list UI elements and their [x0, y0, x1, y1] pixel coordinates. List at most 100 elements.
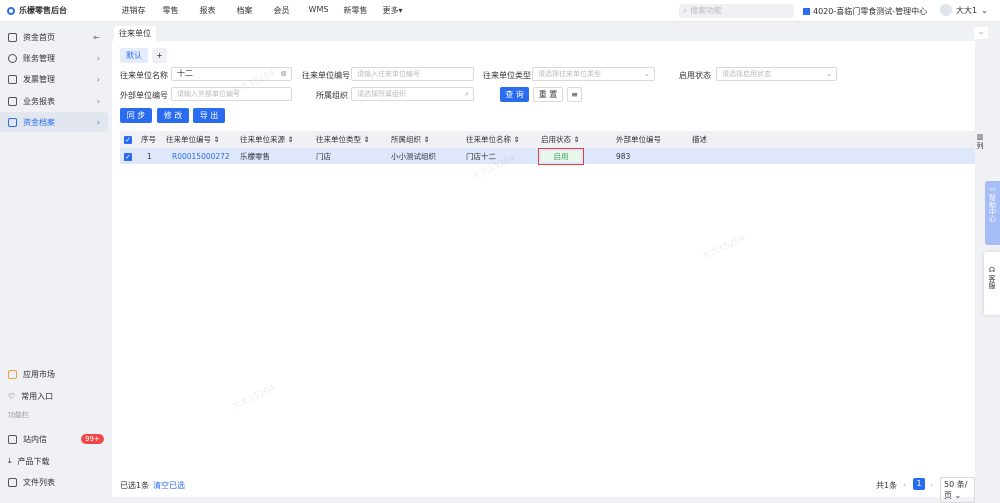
nav-item[interactable]: 零售 — [152, 5, 189, 16]
sidebar-item-accounts[interactable]: 账务管理 › — [0, 48, 108, 68]
col-code[interactable]: 往来单位编号 ⇕ — [162, 131, 236, 148]
heart-icon: ♡ — [8, 391, 16, 401]
query-button[interactable]: 查 询 — [500, 87, 529, 102]
main-nav: 进销存 零售 报表 档案 会员 WMS 新零售 更多▾ — [115, 5, 411, 16]
type-label: 往来单位类型 — [483, 71, 531, 80]
search-icon: ⌕ — [465, 90, 469, 98]
report-icon — [8, 96, 17, 106]
nav-item[interactable]: 进销存 — [115, 5, 152, 16]
status-badge: 启用 — [538, 147, 584, 165]
sidebar-item-fund-home[interactable]: 资金首页 ⇤ — [0, 27, 108, 47]
status-label: 启用状态 — [679, 71, 711, 80]
page-1-button[interactable]: 1 — [913, 478, 925, 490]
headset-icon: ☊ — [988, 266, 996, 274]
cell-status: 启用 — [537, 147, 612, 165]
sidebar-item-invoice[interactable]: 发票管理 › — [0, 69, 108, 89]
message-count-badge: 99+ — [81, 434, 104, 444]
cell-code-link[interactable]: R00015000272 — [162, 148, 236, 164]
logo-icon — [7, 6, 15, 15]
sidebar-download[interactable]: ⤓ 产品下载 — [0, 451, 108, 471]
archive-icon — [8, 117, 17, 127]
select-all-checkbox[interactable]: ✓ — [120, 131, 137, 148]
nav-item[interactable]: WMS — [300, 5, 337, 16]
cell-type: 门店 — [312, 148, 387, 164]
sidebar-item-fund-archive[interactable]: 资金档案 › — [0, 112, 108, 132]
nav-item[interactable]: 档案 — [226, 5, 263, 16]
page-size-select[interactable]: 50 条/页 ⌄ — [940, 477, 975, 503]
nav-item[interactable]: 会员 — [263, 5, 300, 16]
sidebar-app-market[interactable]: 应用市场 — [0, 364, 108, 384]
cell-index: 1 — [137, 148, 162, 164]
code-label: 往来单位编号 — [302, 71, 350, 80]
avatar — [940, 4, 952, 16]
logo[interactable]: 乐檬零售后台 — [7, 5, 115, 16]
nav-item[interactable]: 报表 — [189, 5, 226, 16]
next-page-icon[interactable]: › — [930, 480, 933, 489]
column-settings-button[interactable]: ▥ 列 — [975, 133, 985, 151]
chevron-right-icon: › — [96, 53, 100, 63]
name-label: 往来单位名称 — [120, 71, 168, 80]
table-row[interactable]: ✓ 1 R00015000272 乐檬零售 门店 小小测试组织 门店十二 启用 … — [120, 147, 975, 165]
user-menu[interactable]: 大大1 ⌄ — [940, 4, 988, 16]
org-select[interactable]: 请选择所属组织 ⌕ — [351, 87, 474, 101]
type-select[interactable]: 请选择往来单位类型 ⌄ — [532, 67, 655, 81]
col-desc: 描述 — [688, 131, 975, 148]
nav-item-more[interactable]: 更多▾ — [374, 5, 411, 16]
col-source[interactable]: 往来单位来源 ⇕ — [236, 131, 312, 148]
selected-count: 已选1条 — [120, 481, 150, 490]
partner-table: ✓ 序号 往来单位编号 ⇕ 往来单位来源 ⇕ 往来单位类型 ⇕ 所属组织 ⇕ 往… — [120, 131, 975, 165]
collapse-filter-icon[interactable]: ≡ — [567, 87, 582, 102]
chevron-down-icon: ⌄ — [644, 70, 650, 78]
org-label: 所属组织 — [316, 91, 348, 100]
sync-button[interactable]: 同 步 — [120, 108, 152, 123]
tabs-dropdown-icon[interactable]: ⌄ — [974, 27, 988, 39]
col-index: 序号 — [137, 131, 162, 148]
sidebar-item-reports[interactable]: 业务报表 › — [0, 91, 108, 111]
chevron-down-icon: ⌄ — [826, 70, 832, 78]
prev-page-icon[interactable]: ‹ — [903, 480, 906, 489]
clear-selection-link[interactable]: 清空已选 — [153, 480, 185, 491]
col-type[interactable]: 往来单位类型 ⇕ — [312, 131, 387, 148]
col-ext-code: 外部单位编号 — [612, 131, 688, 148]
table-header: ✓ 序号 往来单位编号 ⇕ 往来单位来源 ⇕ 往来单位类型 ⇕ 所属组织 ⇕ 往… — [120, 131, 975, 148]
export-button[interactable]: 导 出 — [193, 108, 225, 123]
add-view-button[interactable]: + — [152, 48, 167, 63]
tab-partner-units[interactable]: 往来单位 — [114, 26, 156, 41]
invoice-icon — [8, 74, 17, 84]
download-icon: ⤓ — [8, 456, 12, 465]
cell-ext-code: 983 — [612, 148, 688, 164]
columns-icon: ▥ — [976, 133, 984, 141]
cell-org: 小小测试组织 — [387, 148, 462, 164]
sidebar-file-list[interactable]: 文件列表 — [0, 472, 108, 492]
code-input[interactable]: 请输入往来单位编号 — [351, 67, 474, 81]
clear-icon[interactable]: ⊗ — [280, 68, 287, 80]
ext-code-label: 外部单位编号 — [120, 91, 168, 100]
reset-button[interactable]: 重 置 — [533, 87, 563, 102]
nav-item[interactable]: 新零售 — [337, 5, 374, 16]
chevron-down-icon: ⌄ — [981, 5, 988, 15]
function-search-input[interactable]: ⌕ 搜索功能 — [679, 4, 794, 18]
section-label: 功能栏 — [8, 411, 29, 419]
help-center-button[interactable]: ▭ 帮助中心 — [985, 181, 1000, 245]
sidebar-messages[interactable]: 站内信 99+ — [0, 429, 108, 449]
sidebar-favorites[interactable]: ♡ 常用入口 — [0, 386, 108, 406]
col-org[interactable]: 所属组织 ⇕ — [387, 131, 462, 148]
customer-service-button[interactable]: ☊ 客服 — [984, 252, 1000, 315]
chevron-right-icon: › — [96, 74, 100, 84]
collapse-icon[interactable]: ⇤ — [93, 33, 100, 42]
row-checkbox[interactable]: ✓ — [120, 148, 137, 164]
app-market-icon — [8, 369, 17, 379]
org-switcher[interactable]: 4020-喜临门零食测试-管理中心 — [803, 6, 927, 17]
view-default-tab[interactable]: 默认 — [120, 48, 148, 63]
cell-source: 乐檬零售 — [236, 148, 312, 164]
sidebar: 资金首页 ⇤ 账务管理 › 发票管理 › 业务报表 › 资金档案 › 应用市场 ♡ 常用入口… — [0, 22, 108, 497]
col-name[interactable]: 往来单位名称 ⇕ — [462, 131, 537, 148]
col-status[interactable]: 启用状态 ⇕ — [537, 131, 612, 148]
monitor-icon: ▭ — [989, 185, 996, 193]
status-select[interactable]: 请选择启用状态 ⌄ — [716, 67, 837, 81]
edit-button[interactable]: 修 改 — [157, 108, 189, 123]
mail-icon — [8, 434, 17, 444]
total-count: 共1条 — [876, 481, 898, 490]
chevron-right-icon: › — [96, 96, 100, 106]
cell-desc — [688, 148, 975, 164]
